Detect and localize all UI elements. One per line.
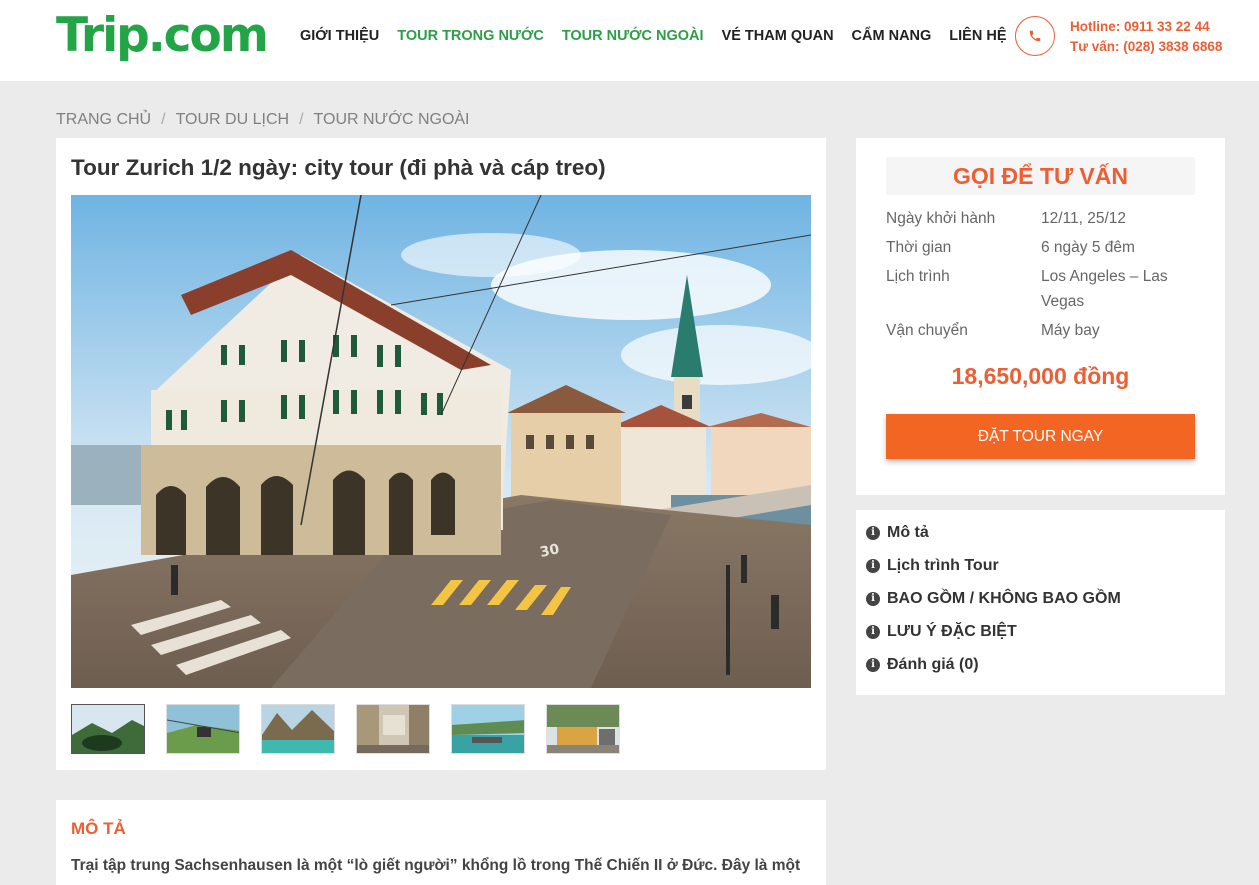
thumbnail-5-image [452, 705, 524, 753]
phone-icon[interactable] [1015, 16, 1055, 56]
nav-item-cam-nang[interactable]: CẨM NANG [852, 27, 932, 45]
breadcrumb-tour-du-lich[interactable]: TOUR DU LỊCH [176, 111, 290, 129]
departure-value: 12/11, 25/12 [1041, 210, 1127, 227]
thumbnail-2-image [167, 705, 239, 753]
menu-item-label: BAO GỒM / KHÔNG BAO GỒM [887, 590, 1121, 607]
thumbnail-2[interactable] [166, 704, 240, 754]
logo[interactable]: Trip.com [56, 6, 269, 66]
itinerary-label: Lịch trình [886, 268, 950, 285]
departure-label: Ngày khởi hành [886, 210, 996, 227]
thumbnail-4-image [357, 705, 429, 753]
breadcrumb-home[interactable]: TRANG CHỦ [56, 111, 151, 129]
info-icon: i [866, 625, 880, 639]
main-nav: GIỚI THIỆU TOUR TRONG NƯỚC TOUR NƯỚC NGO… [300, 27, 1025, 45]
consult-phone-text[interactable]: Tư vấn: (028) 3838 6868 [1070, 37, 1222, 57]
breadcrumb: TRANG CHỦ / TOUR DU LỊCH / TOUR NƯỚC NGO… [56, 111, 470, 129]
section-menu-card: i Mô tả i Lịch trình Tour i BAO GỒM / KH… [856, 510, 1225, 695]
menu-item-label: Lịch trình Tour [887, 557, 999, 574]
description-text: Trại tập trung Sachsenhausen là một “lò … [71, 857, 801, 874]
transport-label: Vận chuyển [886, 322, 968, 339]
consult-heading: GỌI ĐỂ TƯ VẤN [886, 157, 1195, 195]
info-icon: i [866, 559, 880, 573]
menu-item-luu-y[interactable]: i LƯU Ý ĐẶC BIỆT [866, 623, 1017, 641]
thumbnail-1-image [72, 705, 144, 753]
hotline-text[interactable]: Hotline: 0911 33 22 44 [1070, 17, 1222, 37]
menu-item-lich-trinh[interactable]: i Lịch trình Tour [866, 557, 999, 575]
site-header: Trip.com GIỚI THIỆU TOUR TRONG NƯỚC TOUR… [0, 0, 1259, 81]
thumbnail-6[interactable] [546, 704, 620, 754]
info-icon: i [866, 526, 880, 540]
tour-hero-image[interactable]: 30 [71, 195, 811, 688]
tour-main-card: Tour Zurich 1/2 ngày: city tour (đi phà … [56, 138, 826, 770]
info-icon: i [866, 592, 880, 606]
menu-item-label: Đánh giá (0) [887, 656, 979, 673]
duration-label: Thời gian [886, 239, 952, 256]
description-heading: MÔ TẢ [71, 819, 126, 838]
thumbnail-3-image [262, 705, 334, 753]
hotline-info: Hotline: 0911 33 22 44 Tư vấn: (028) 383… [1070, 17, 1222, 57]
thumbnail-5[interactable] [451, 704, 525, 754]
phone-glyph [1029, 30, 1041, 42]
tour-price: 18,650,000 đồng [951, 363, 1130, 389]
nav-item-tour-nuoc-ngoai[interactable]: TOUR NƯỚC NGOÀI [562, 27, 704, 45]
duration-value: 6 ngày 5 đêm [1041, 239, 1135, 256]
thumbnail-1[interactable] [71, 704, 145, 754]
thumbnail-strip [71, 704, 641, 754]
breadcrumb-tour-nuoc-ngoai[interactable]: TOUR NƯỚC NGOÀI [314, 111, 470, 129]
transport-value: Máy bay [1041, 322, 1100, 339]
menu-item-danh-gia[interactable]: i Đánh giá (0) [866, 656, 979, 674]
itinerary-value: Los Angeles – Las Vegas [1041, 268, 1168, 310]
nav-item-lien-he[interactable]: LIÊN HỆ [949, 27, 1006, 45]
description-card: MÔ TẢ Trại tập trung Sachsenhausen là mộ… [56, 800, 826, 885]
thumbnail-6-image [547, 705, 619, 753]
thumbnail-3[interactable] [261, 704, 335, 754]
menu-item-bao-gom[interactable]: i BAO GỒM / KHÔNG BAO GỒM [866, 590, 1121, 608]
breadcrumb-separator: / [299, 111, 304, 128]
menu-item-label: Mô tả [887, 524, 929, 541]
zurich-photo: 30 [71, 195, 811, 688]
nav-item-gioi-thieu[interactable]: GIỚI THIỆU [300, 27, 379, 45]
page-title: Tour Zurich 1/2 ngày: city tour (đi phà … [71, 155, 606, 180]
nav-item-ve-tham-quan[interactable]: VÉ THAM QUAN [722, 27, 834, 45]
menu-item-label: LƯU Ý ĐẶC BIỆT [887, 623, 1017, 640]
info-icon: i [866, 658, 880, 672]
book-tour-button[interactable]: ĐẶT TOUR NGAY [886, 414, 1195, 459]
breadcrumb-separator: / [161, 111, 166, 128]
consult-card: GỌI ĐỂ TƯ VẤN Ngày khởi hành 12/11, 25/1… [856, 138, 1225, 495]
menu-item-mo-ta[interactable]: i Mô tả [866, 524, 929, 542]
nav-item-tour-trong-nuoc[interactable]: TOUR TRONG NƯỚC [397, 27, 544, 45]
thumbnail-4[interactable] [356, 704, 430, 754]
